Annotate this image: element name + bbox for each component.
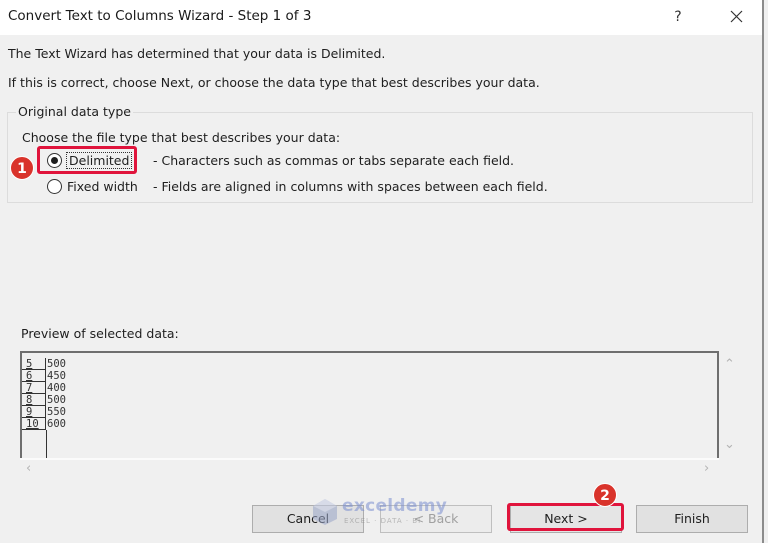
finish-button[interactable]: Finish — [636, 505, 748, 533]
help-button[interactable]: ? — [666, 6, 690, 28]
annotation-highlight-delimited — [37, 146, 137, 174]
scroll-up-arrow-icon[interactable]: ⌃ — [724, 357, 735, 372]
window-border — [762, 0, 764, 543]
scroll-right-arrow-icon[interactable]: › — [704, 461, 709, 476]
row-value: 500 — [47, 394, 66, 406]
back-button[interactable]: < Back — [380, 505, 492, 533]
delimited-description: - Characters such as commas or tabs sepa… — [153, 153, 515, 168]
row-number: 7 — [22, 382, 46, 394]
row-value: 400 — [47, 382, 66, 394]
radio-button-unchecked[interactable] — [47, 178, 62, 194]
row-number-column-border — [46, 430, 47, 458]
window-title: Convert Text to Columns Wizard - Step 1 … — [8, 8, 312, 24]
row-number: 5 — [22, 358, 46, 370]
preview-label: Preview of selected data: — [21, 326, 179, 341]
row-value: 550 — [47, 406, 66, 418]
row-number: 6 — [22, 370, 46, 382]
row-number: 9 — [22, 406, 46, 418]
group-legend: Original data type — [16, 104, 133, 119]
close-icon — [730, 10, 742, 23]
row-value: 600 — [47, 418, 66, 430]
radio-fixed-width-label[interactable]: Fixed width — [67, 179, 138, 194]
row-number: 8 — [22, 394, 46, 406]
fixed-width-description: - Fields are aligned in columns with spa… — [153, 179, 548, 194]
title-bar: Convert Text to Columns Wizard - Step 1 … — [0, 0, 762, 35]
intro-line-1: The Text Wizard has determined that your… — [8, 46, 386, 61]
scroll-left-arrow-icon[interactable]: ‹ — [26, 461, 31, 476]
row-number: 10 — [22, 418, 46, 430]
annotation-highlight-next — [507, 503, 624, 531]
intro-line-2: If this is correct, choose Next, or choo… — [8, 75, 540, 90]
scroll-down-arrow-icon[interactable]: ⌄ — [724, 437, 735, 452]
choose-file-type-label: Choose the file type that best describes… — [22, 130, 341, 145]
help-icon: ? — [674, 9, 682, 25]
close-button[interactable] — [724, 6, 748, 28]
radio-fixed-width[interactable]: Fixed width — [47, 177, 138, 195]
step-badge-2: 2 — [593, 483, 617, 507]
preview-data-box[interactable]: 5 500 6 450 7 400 8 500 9 550 10 600 — [20, 351, 719, 458]
row-value: 500 — [47, 358, 66, 370]
preview-box-bottom-edge — [20, 458, 719, 460]
row-value: 450 — [47, 370, 66, 382]
step-badge-1: 1 — [10, 156, 34, 180]
cancel-button[interactable]: Cancel — [252, 505, 364, 533]
